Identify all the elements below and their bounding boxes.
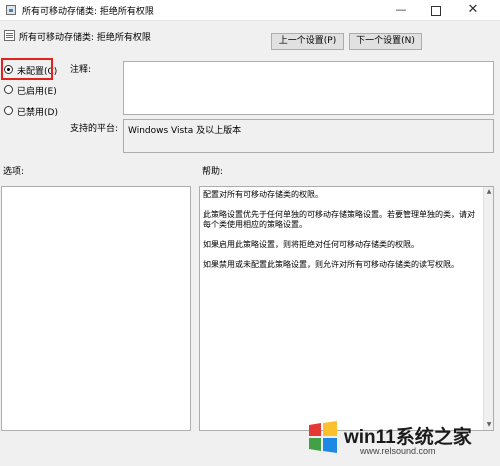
help-paragraph: 如果禁用或未配置此策略设置，则允许对所有可移动存储类的读写权限。 [203,260,459,269]
window-title: 所有可移动存储类: 拒绝所有权限 [22,7,154,17]
maximize-button[interactable] [421,0,451,20]
platform-label: 支持的平台: [70,124,119,134]
previous-setting-button[interactable]: 上一个设置(P) [271,33,344,50]
help-paragraph: 此策略设置优先于任何单独的可移动存储策略设置。若要管理单独的类，请对每个类使用相… [203,210,475,229]
help-pane[interactable]: 配置对所有可移动存储类的权限。 此策略设置优先于任何单独的可移动存储策略设置。若… [199,186,494,431]
help-paragraph: 配置对所有可移动存储类的权限。 [203,190,323,199]
help-scrollbar[interactable]: ▲ ▼ [483,187,493,430]
next-setting-button[interactable]: 下一个设置(N) [349,33,422,50]
maximize-icon [431,6,441,16]
watermark-brand: win11系统之家 [344,427,472,448]
options-pane [1,186,191,431]
app-icon [6,5,16,15]
radio-label: 已启用(E) [17,87,57,97]
comment-label: 注释: [70,65,92,75]
radio-label: 已禁用(D) [17,108,58,118]
title-bar: 所有可移动存储类: 拒绝所有权限 — ✕ [0,0,500,21]
supported-platform-field: Windows Vista 及以上版本 [123,119,494,153]
policy-title: 所有可移动存储类: 拒绝所有权限 [19,33,151,43]
comment-field[interactable] [123,61,494,115]
radio-button[interactable] [4,106,13,115]
close-button[interactable]: ✕ [458,0,488,20]
windows-logo-icon [309,421,337,453]
radio-label: 未配置(C) [17,67,58,77]
radio-button[interactable] [4,65,13,74]
help-label: 帮助: [202,167,224,177]
help-paragraph: 如果启用此策略设置，则将拒绝对任何可移动存储类的权限。 [203,240,419,249]
radio-button[interactable] [4,85,13,94]
policy-icon [4,30,15,41]
watermark-url: www.relsound.com [360,446,436,456]
minimize-button[interactable]: — [386,0,416,20]
scroll-up-icon[interactable]: ▲ [484,187,494,197]
options-label: 选项: [3,167,25,177]
watermark: win11系统之家 www.relsound.com [300,414,496,462]
